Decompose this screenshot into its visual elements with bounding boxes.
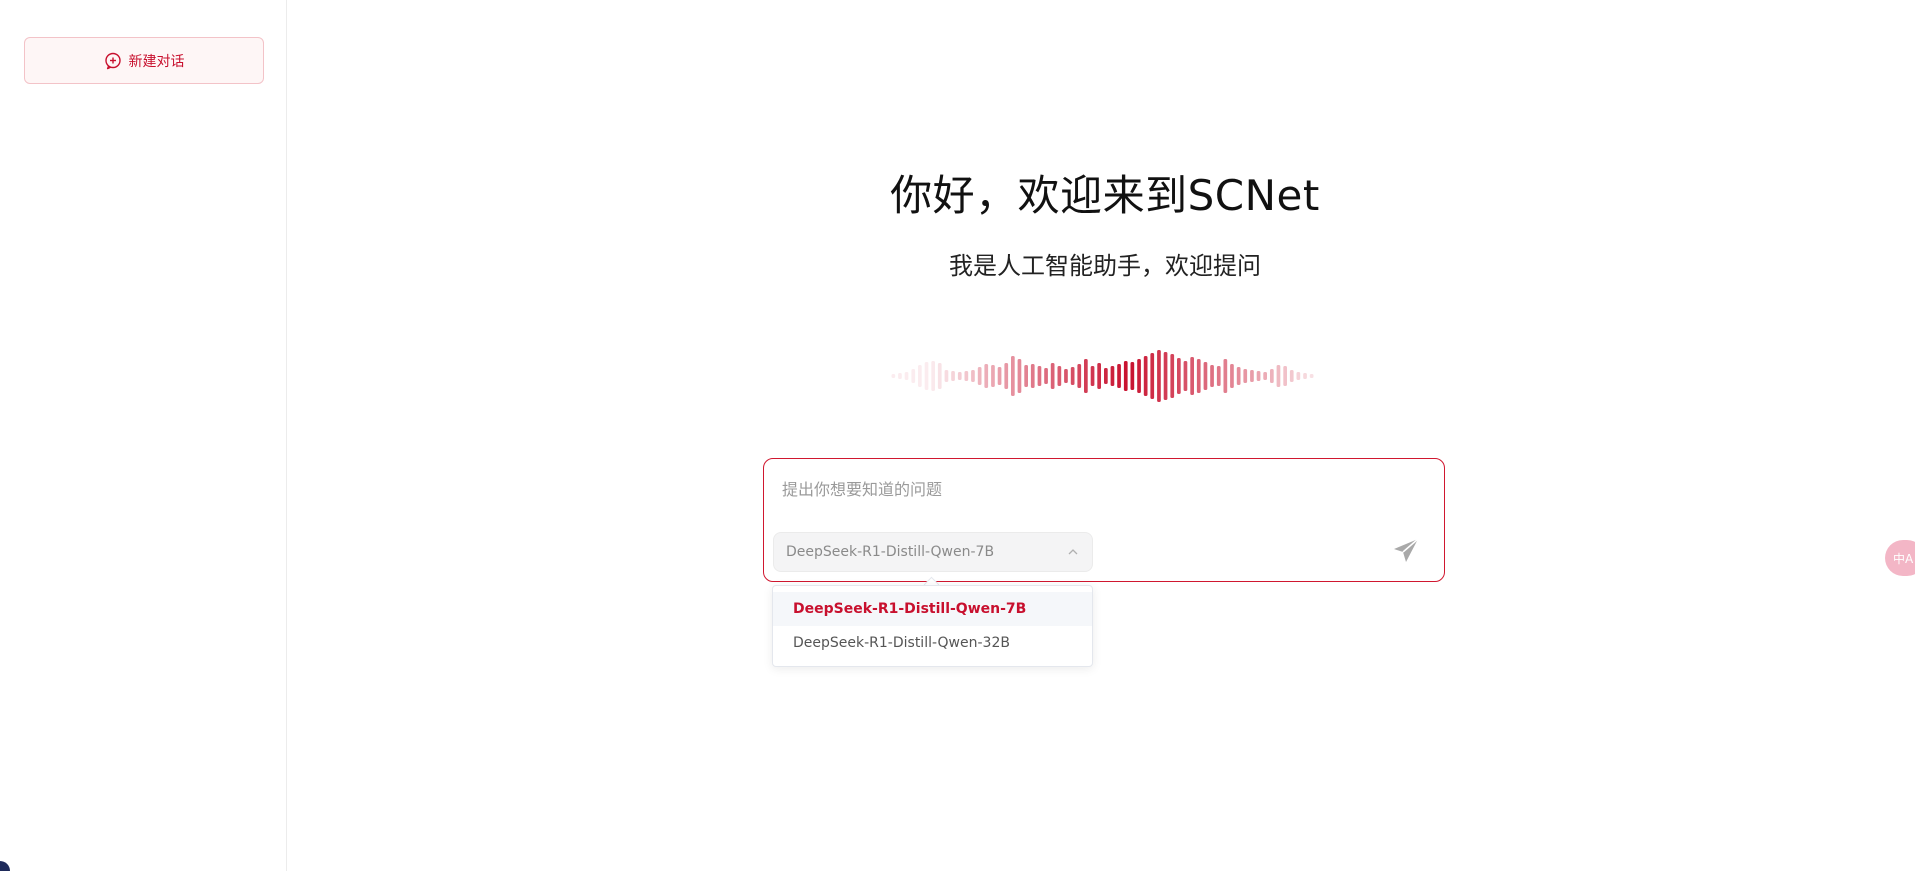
wave-bar [1017,359,1022,393]
wave-bar [1177,358,1181,394]
wave-bar [911,369,916,383]
wave-bar [1137,359,1141,393]
wave-bar [1110,366,1115,386]
wave-bar [1143,356,1148,396]
wave-bar [991,365,995,387]
new-chat-button[interactable]: 新建对话 [24,37,264,84]
wave-bar [1216,366,1221,386]
page-subtitle: 我是人工智能助手，欢迎提问 [949,252,1261,280]
wave-bar [1183,361,1188,391]
wave-bar [1289,370,1294,382]
wave-bar [1170,354,1175,398]
model-option[interactable]: DeepSeek-R1-Distill-Qwen-7B [773,592,1092,626]
wave-bar [1030,364,1035,388]
wave-bar [898,373,902,379]
wave-bar [1097,363,1101,389]
chat-plus-icon [104,52,122,70]
wave-bar [1077,364,1082,388]
wave-bar [1309,374,1314,378]
wave-bar [1064,369,1068,383]
corner-decoration [0,861,10,871]
wave-bar [957,372,962,380]
wave-bar [1117,364,1121,388]
wave-bar [1296,372,1301,380]
question-input[interactable] [780,475,1424,503]
wave-bar [918,365,922,387]
wave-bar [1050,363,1055,389]
wave-bar [1157,350,1161,402]
new-chat-label: 新建对话 [128,53,185,70]
wave-bar [1303,373,1307,379]
voice-wave-graphic [891,350,1314,402]
wave-bar [964,371,969,381]
translate-icon[interactable]: 中A [1885,540,1915,576]
send-icon[interactable] [1392,537,1420,565]
wave-bar [1057,366,1062,386]
wave-bar [1090,366,1095,386]
wave-bar [1270,369,1274,383]
wave-bar [1256,371,1261,381]
wave-bar [1276,365,1281,387]
question-card: DeepSeek-R1-Distill-Qwen-7B [763,458,1445,582]
wave-bar [984,364,989,388]
wave-bar [1024,365,1028,387]
wave-bar [1223,359,1228,393]
wave-bar [977,367,982,385]
wave-bar [944,370,949,382]
wave-bar [1150,353,1155,399]
page-title: 你好，欢迎来到SCNet [890,171,1320,220]
wave-bar [1283,366,1287,386]
sidebar: 新建对话 [0,0,287,871]
wave-bar [1130,362,1135,390]
wave-bar [997,367,1002,385]
wave-bar [1104,368,1108,384]
wave-bar [951,371,955,381]
wave-bar [971,370,975,382]
wave-bar [1230,364,1234,388]
wave-bar [1263,372,1267,380]
chevron-up-icon [1068,549,1078,555]
model-select[interactable]: DeepSeek-R1-Distill-Qwen-7B [773,532,1093,572]
translate-label: 中A [1893,551,1914,566]
wave-bar [1196,359,1201,393]
wave-bar [1004,363,1009,389]
wave-bar [1123,361,1128,391]
wave-bar [1070,367,1075,385]
wave-bar [1084,359,1088,393]
model-dropdown: DeepSeek-R1-Distill-Qwen-7B DeepSeek-R1-… [772,585,1093,667]
wave-bar [1243,369,1248,383]
wave-bar [924,362,929,390]
wave-bar [1190,357,1194,395]
app-root: 新建对话 你好，欢迎来到SCNet 我是人工智能助手，欢迎提问 DeepSeek… [0,0,1915,871]
wave-bar [1203,362,1208,390]
wave-bar [891,374,896,378]
model-option[interactable]: DeepSeek-R1-Distill-Qwen-32B [773,626,1092,660]
wave-bar [1037,366,1042,386]
wave-bar [1210,365,1214,387]
wave-bar [937,363,942,389]
wave-bar [1250,370,1254,382]
wave-bar [1011,356,1015,396]
wave-bar [904,372,909,380]
wave-bar [931,361,935,391]
wave-bar [1044,368,1048,384]
model-select-value: DeepSeek-R1-Distill-Qwen-7B [786,544,995,560]
wave-bar [1236,367,1241,385]
wave-bar [1163,352,1168,400]
